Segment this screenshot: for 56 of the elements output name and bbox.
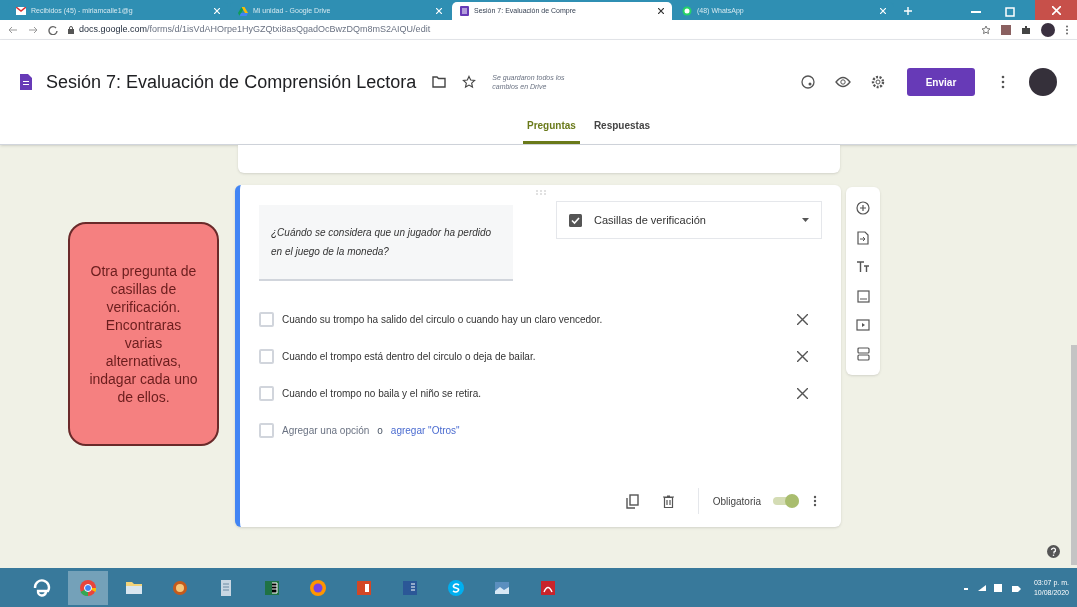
menu-icon[interactable] <box>1065 24 1069 35</box>
star-icon[interactable] <box>981 24 991 35</box>
close-icon[interactable] <box>658 8 664 14</box>
video-icon[interactable] <box>856 318 870 331</box>
section-icon[interactable] <box>856 346 870 361</box>
add-option-text[interactable]: Agregar una opción <box>282 422 370 438</box>
dropdown-caret-icon <box>802 218 809 222</box>
back-icon[interactable] <box>8 24 18 35</box>
triangle-logo-icon <box>238 6 248 16</box>
chat-bubble-icon <box>682 6 692 16</box>
more-icon[interactable] <box>1001 75 1005 89</box>
option-text[interactable]: Cuando el trompo no baila y el niño se retira. <box>282 386 789 401</box>
add-circle-icon[interactable] <box>856 201 870 216</box>
form-doc-icon[interactable] <box>20 74 32 90</box>
add-other-link[interactable]: agregar "Otros" <box>390 422 460 438</box>
required-toggle[interactable] <box>773 494 799 508</box>
folder-icon[interactable] <box>432 76 447 88</box>
import-icon[interactable] <box>857 231 869 246</box>
remove-icon[interactable] <box>797 388 808 399</box>
eye-icon[interactable] <box>835 76 851 88</box>
question-field[interactable]: ¿Cuándo se considera que un jugador ha perdido en el juego de la moneda? <box>259 205 513 281</box>
checkbox-icon <box>569 213 582 227</box>
more-icon[interactable] <box>813 495 817 507</box>
mail-icon <box>16 7 26 15</box>
taskbar-button[interactable] <box>68 570 108 605</box>
close-button[interactable] <box>1035 0 1077 20</box>
title-text-icon[interactable] <box>856 261 870 274</box>
form-title[interactable]: Sesión 7: Evaluación de Comprensión Lectora <box>46 68 417 96</box>
drag-handle-icon[interactable] <box>535 190 546 195</box>
duplicate-icon[interactable] <box>625 493 639 509</box>
help-icon[interactable] <box>1047 545 1060 558</box>
required-label: Obligatoria <box>712 494 761 509</box>
avatar[interactable] <box>1041 22 1055 37</box>
remove-icon[interactable] <box>797 351 808 362</box>
maximize-icon[interactable] <box>1005 7 1015 17</box>
form-tab[interactable]: Respuestas <box>589 112 654 144</box>
question-type-dropdown[interactable]: Casillas de verificación <box>556 201 822 239</box>
avatar[interactable] <box>1029 68 1057 96</box>
star-icon[interactable] <box>462 75 477 89</box>
option-text[interactable]: Cuando el trompo está dentro del circulo o deja de bailar. <box>282 349 789 364</box>
forward-icon[interactable] <box>28 24 38 35</box>
system-tray-icon[interactable] <box>963 582 1024 593</box>
remove-icon[interactable] <box>797 314 808 325</box>
or-text: o <box>377 423 383 438</box>
lock-icon <box>68 25 74 34</box>
browser-e-icon <box>31 576 53 599</box>
form-icon <box>460 6 469 16</box>
send-button[interactable]: Enviar <box>907 68 975 96</box>
option-text[interactable]: Cuando su trompo ha salido del circulo o cuando hay un claro vencedor. <box>282 312 789 327</box>
new-tab-icon[interactable] <box>904 7 912 15</box>
reload-icon[interactable] <box>48 24 58 35</box>
question-text: ¿Cuándo se considera que un jugador ha perdido en el juego de la moneda? <box>271 226 493 259</box>
settings-icon[interactable] <box>871 75 885 89</box>
callout-text: Otra pregunta de casillas de verificación. Encontraras varias alternativas, indagar cada uno de ellos. <box>88 262 199 406</box>
trash-icon[interactable] <box>662 494 674 508</box>
image-icon[interactable] <box>856 289 870 303</box>
